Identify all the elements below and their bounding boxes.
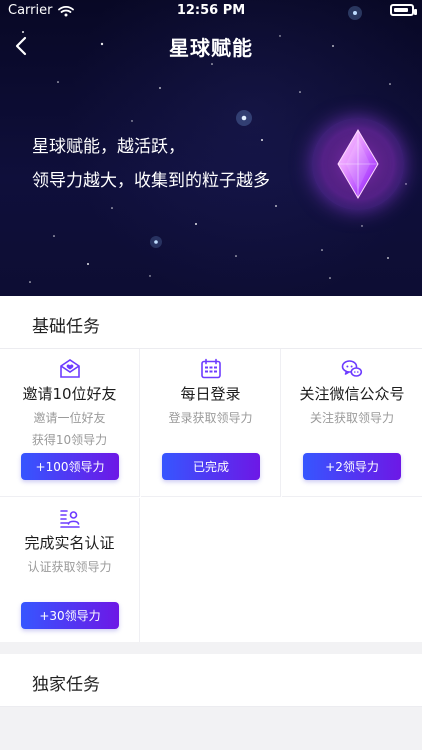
task-action-button[interactable]: +30领导力 xyxy=(21,602,119,629)
task-title: 邀请10位好友 xyxy=(22,385,117,403)
nav-bar: 星球赋能 xyxy=(0,22,422,70)
calendar-icon xyxy=(201,358,221,379)
basic-tasks-title: 基础任务 xyxy=(32,317,100,337)
task-title: 完成实名认证 xyxy=(24,534,115,552)
hero-banner: Carrier 12:56 PM 星球赋能 星球赋能，越活跃， 领导力越大，收集… xyxy=(0,0,422,296)
task-card-invite: 邀请10位好友 邀请一位好友 获得10领导力 +100领导力 xyxy=(0,349,140,497)
battery-icon xyxy=(390,4,417,16)
task-card-real-name: 完成实名认证 认证获取领导力 +30领导力 xyxy=(0,498,140,646)
task-subtitle: 认证获取领导力 xyxy=(27,560,112,574)
section-divider xyxy=(0,642,422,654)
task-action-button[interactable]: +2领导力 xyxy=(303,453,401,480)
task-title: 关注微信公众号 xyxy=(299,385,405,403)
task-subtitle: 邀请一位好友 xyxy=(33,411,106,425)
task-subtitle: 登录获取领导力 xyxy=(168,411,253,425)
page-title: 星球赋能 xyxy=(169,36,253,60)
task-grid: 邀请10位好友 邀请一位好友 获得10领导力 +100领导力 每日登录 登录获取… xyxy=(0,349,422,646)
task-card-wechat: 关注微信公众号 关注获取领导力 +2领导力 xyxy=(282,349,422,497)
battery-level xyxy=(394,8,408,12)
exclusive-tasks-title: 独家任务 xyxy=(32,675,100,695)
divider-line xyxy=(0,706,422,707)
gem-icon xyxy=(312,118,404,210)
basic-tasks-header: 基础任务 xyxy=(0,296,422,349)
task-action-button[interactable]: +100领导力 xyxy=(21,453,119,480)
task-title: 每日登录 xyxy=(180,385,241,403)
task-subtitle-2: 获得10领导力 xyxy=(31,433,108,447)
status-time: 12:56 PM xyxy=(176,3,246,18)
invite-mail-icon xyxy=(60,359,80,378)
id-card-icon xyxy=(60,510,80,528)
exclusive-tasks-header: 独家任务 xyxy=(0,654,422,706)
hero-line-2: 领导力越大，收集到的粒子越多 xyxy=(32,171,270,191)
task-card-daily-login: 每日登录 登录获取领导力 已完成 xyxy=(141,349,281,497)
hero-description: 星球赋能，越活跃， 领导力越大，收集到的粒子越多 xyxy=(32,130,270,198)
wechat-icon xyxy=(341,360,363,377)
hero-line-1: 星球赋能，越活跃， xyxy=(32,137,185,157)
status-bar: Carrier 12:56 PM xyxy=(0,0,422,22)
task-subtitle: 关注获取领导力 xyxy=(309,411,394,425)
task-action-button[interactable]: 已完成 xyxy=(162,453,260,480)
